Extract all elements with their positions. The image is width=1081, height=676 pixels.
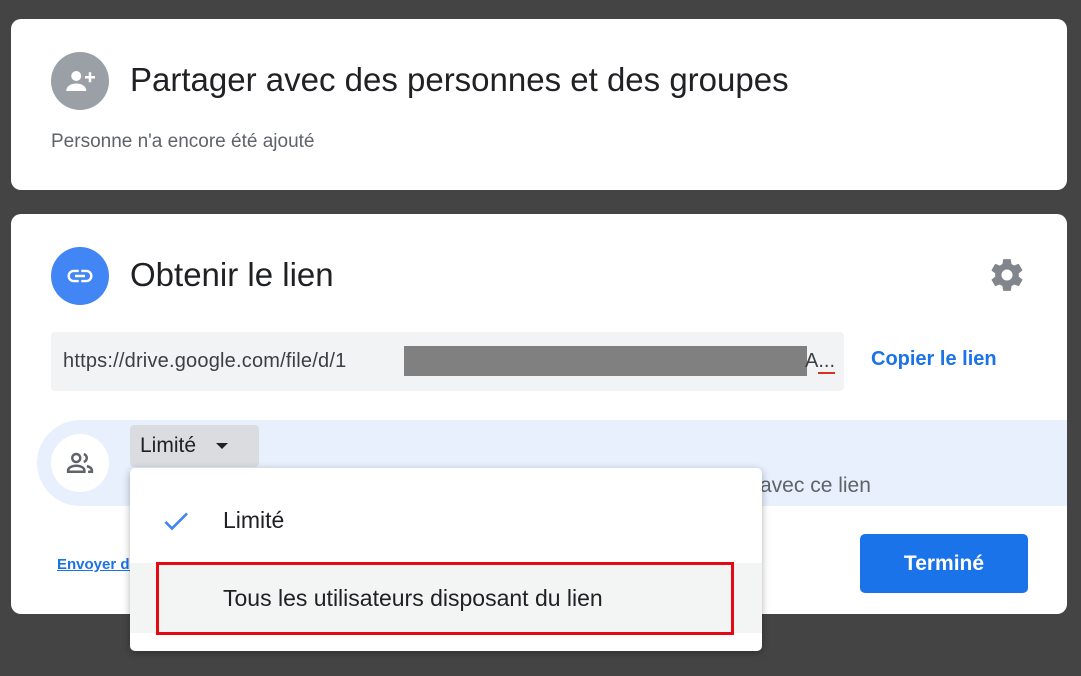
share-title: Partager avec des personnes et des group… — [130, 61, 789, 98]
gear-icon — [991, 259, 1023, 291]
access-description: avec ce lien — [760, 474, 871, 497]
menu-item-anyone-with-link[interactable]: Tous les utilisateurs disposant du lien — [130, 563, 762, 633]
link-url-tail: A... — [805, 350, 836, 374]
share-subtitle: Personne n'a encore été ajouté — [51, 131, 315, 152]
share-card: Partager avec des personnes et des group… — [11, 19, 1067, 190]
link-url-field[interactable]: https://drive.google.com/file/d/1 A... — [51, 332, 844, 391]
caret-down-icon — [216, 443, 229, 449]
access-dropdown-menu: Limité Tous les utilisateurs disposant d… — [130, 468, 762, 651]
menu-item-label: Tous les utilisateurs disposant du lien — [223, 585, 603, 611]
url-ellipsis: ... — [818, 350, 836, 374]
link-icon — [51, 247, 109, 305]
url-tail-char: A — [805, 350, 819, 372]
people-icon — [51, 434, 109, 492]
person-add-icon — [51, 52, 109, 110]
access-level-label: Limité — [140, 434, 197, 457]
get-link-title: Obtenir le lien — [130, 256, 334, 293]
menu-item-label: Limité — [223, 507, 285, 533]
link-url-text: https://drive.google.com/file/d/1 — [63, 350, 347, 372]
menu-item-limited[interactable]: Limité — [130, 485, 762, 555]
copy-link-button[interactable]: Copier le lien — [871, 348, 997, 371]
access-level-dropdown[interactable]: Limité — [130, 425, 259, 467]
send-feedback-link[interactable]: Envoyer des commentaires à Google — [57, 556, 131, 573]
done-button[interactable]: Terminé — [860, 534, 1028, 593]
settings-button[interactable] — [987, 255, 1027, 295]
check-icon — [164, 512, 188, 531]
url-redaction — [404, 346, 807, 376]
